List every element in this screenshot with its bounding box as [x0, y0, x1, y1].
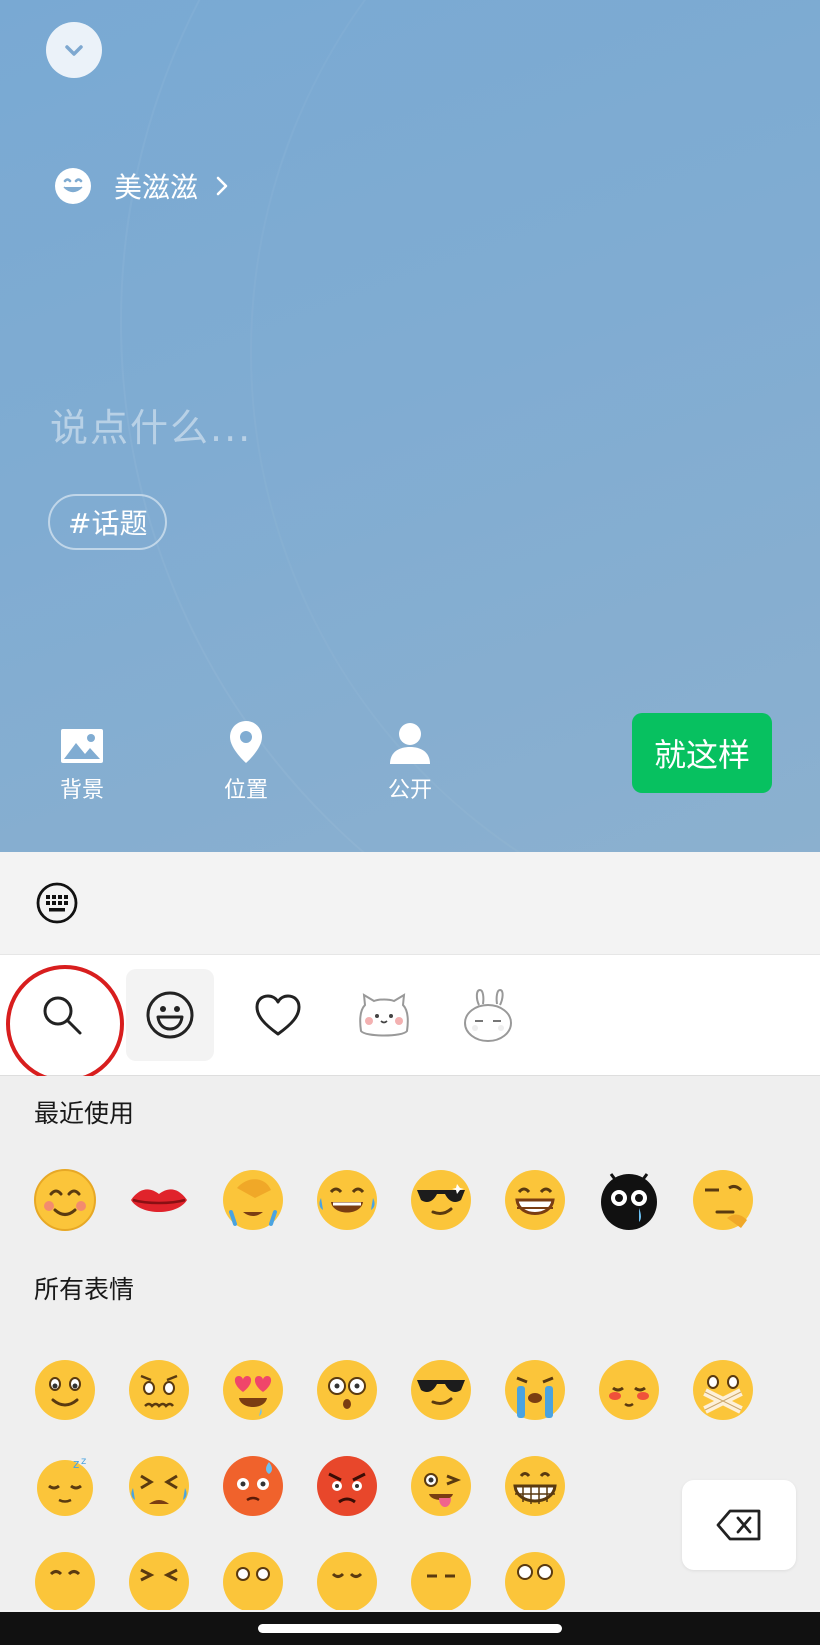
emoji-black-cry[interactable] [597, 1168, 661, 1232]
emoji-lips[interactable] [127, 1168, 191, 1232]
keyboard-toggle-row [0, 852, 820, 954]
emoji-tears-squint[interactable] [127, 1454, 191, 1518]
emoji-sunglasses[interactable] [409, 1358, 473, 1422]
search-icon [43, 996, 82, 1035]
emoji-partial[interactable] [315, 1550, 379, 1610]
emoji-blush[interactable] [597, 1358, 661, 1422]
image-icon [61, 729, 103, 763]
all-section-title: 所有表情 [34, 1275, 135, 1304]
tab-emoji[interactable] [126, 969, 214, 1061]
tab-rabbit-stickers[interactable] [444, 969, 532, 1061]
status-text-input[interactable] [48, 400, 752, 456]
cat-sticker-icon [359, 993, 409, 1037]
emoji-big-grin[interactable] [503, 1454, 567, 1518]
emoji-partial[interactable] [127, 1550, 191, 1610]
topic-chip-label: #话题 [68, 507, 148, 540]
status-name: 美滋滋 [114, 171, 199, 204]
emoji-mouth-tape[interactable] [691, 1358, 755, 1422]
backspace-icon [716, 1509, 761, 1541]
chevron-right-icon [216, 176, 228, 196]
emoji-facepalm[interactable] [221, 1168, 285, 1232]
background-label: 背景 [59, 778, 104, 803]
emoji-cool-sparkle[interactable] [409, 1168, 473, 1232]
emoji-grin[interactable] [503, 1168, 567, 1232]
chevron-down-icon [65, 45, 83, 56]
heart-icon [255, 994, 301, 1036]
emoji-sweat-red[interactable] [221, 1454, 285, 1518]
smiley-icon [55, 168, 91, 204]
delete-button[interactable] [682, 1480, 796, 1570]
topic-chip[interactable]: #话题 [48, 494, 168, 550]
tab-cat-stickers[interactable] [340, 969, 428, 1061]
emoji-partial[interactable] [221, 1550, 285, 1610]
emoji-partial[interactable] [409, 1550, 473, 1610]
location-pin-icon [230, 721, 262, 763]
emoji-shocked[interactable] [315, 1358, 379, 1422]
emoji-tongue-wink[interactable] [409, 1454, 473, 1518]
emoji-smile[interactable] [33, 1168, 97, 1232]
emoji-partial[interactable] [503, 1550, 567, 1610]
visibility-label: 公开 [387, 778, 432, 803]
rabbit-sticker-icon [464, 988, 512, 1042]
location-label: 位置 [223, 778, 268, 803]
emoji-sobbing[interactable] [503, 1358, 567, 1422]
tab-search[interactable] [18, 969, 106, 1061]
done-button[interactable]: 就这样 [632, 713, 772, 793]
emoji-tab-bar [0, 954, 820, 1076]
emoji-laugh-cry[interactable] [315, 1168, 379, 1232]
status-editor: 美滋滋 #话题 背景 位置 [0, 0, 820, 852]
emoji-partial[interactable] [33, 1550, 97, 1610]
location-button[interactable]: 位置 [196, 718, 296, 804]
background-button[interactable]: 背景 [32, 718, 132, 804]
home-indicator [258, 1624, 562, 1633]
emoji-worried[interactable] [127, 1358, 191, 1422]
person-icon [390, 723, 430, 764]
emoji-smirk[interactable] [691, 1168, 755, 1232]
keyboard-icon[interactable] [36, 882, 78, 924]
smiley-face-icon [146, 991, 194, 1039]
visibility-button[interactable]: 公开 [360, 718, 460, 804]
emoji-angry[interactable] [315, 1454, 379, 1518]
svg-text:z: z [73, 1457, 79, 1471]
svg-text:z: z [81, 1456, 86, 1467]
emoji-sleepy[interactable]: zz [33, 1454, 97, 1518]
emoji-heart-eyes[interactable] [221, 1358, 285, 1422]
tab-favorites[interactable] [234, 969, 322, 1061]
status-selector[interactable]: 美滋滋 [54, 166, 232, 206]
emoji-slight-smile[interactable] [33, 1358, 97, 1422]
collapse-button[interactable] [46, 22, 102, 78]
recent-section-title: 最近使用 [34, 1099, 135, 1128]
